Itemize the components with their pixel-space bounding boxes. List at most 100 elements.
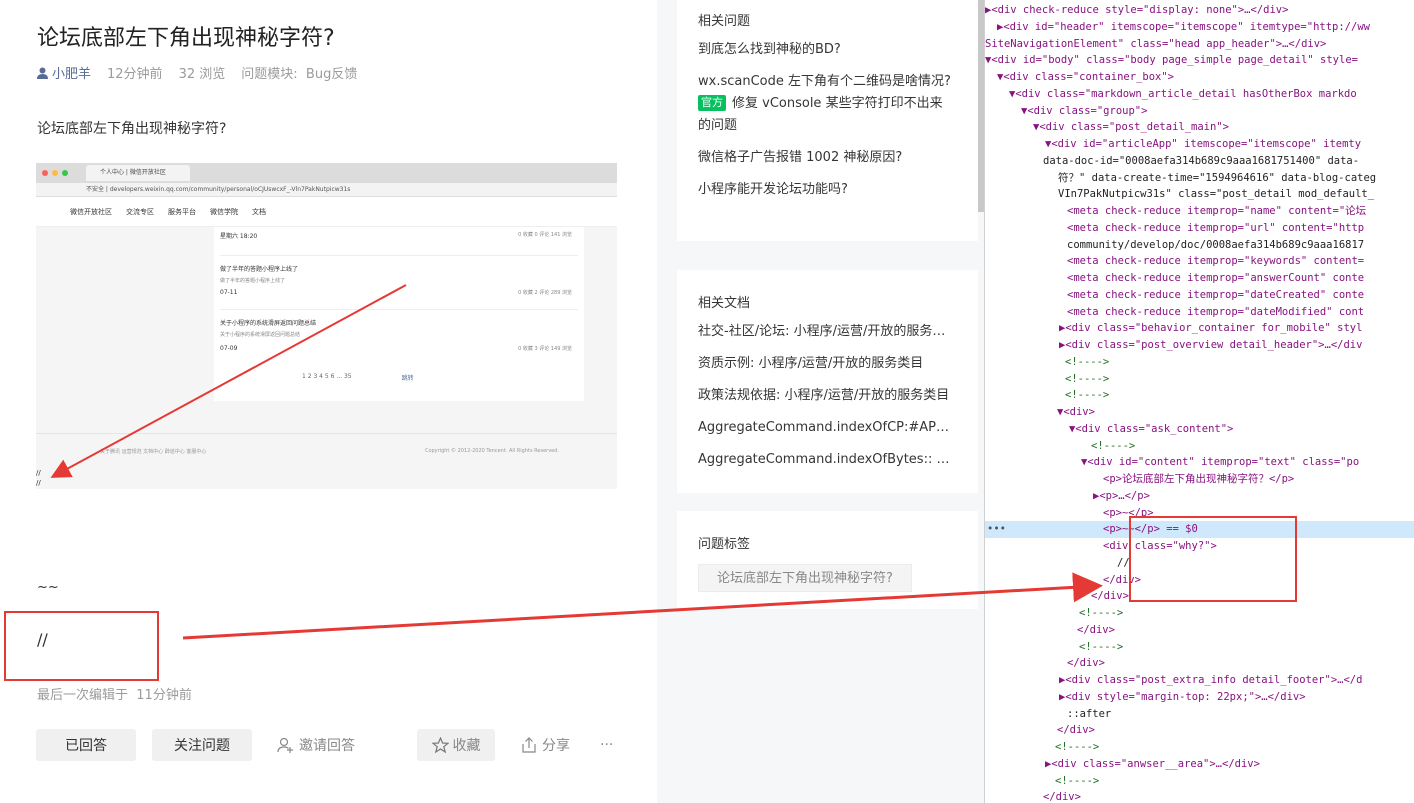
dom-node-line[interactable]: community/develop/doc/0008aefa314b689c9a… [985,237,1414,254]
dom-node-line[interactable]: <meta check-reduce itemprop="dateModifie… [985,304,1414,321]
dom-node-line[interactable]: <meta check-reduce itemprop="dateCreated… [985,287,1414,304]
browser-url: 不安全 | developers.weixin.qq.com/community… [36,183,617,197]
follow-button[interactable]: 关注问题 [152,729,252,761]
dom-node-line[interactable]: </div> [985,789,1414,803]
dom-node-line[interactable]: ▼<div class="markdown_article_detail has… [985,86,1414,103]
share-button[interactable]: 分享 [521,735,570,755]
dom-node-line[interactable]: <meta check-reduce itemprop="answerCount… [985,270,1414,287]
dom-node-line[interactable]: VIn7PakNutpicw31s" class="post_detail mo… [985,186,1414,203]
dom-node-text: ▼<div id="articleApp" itemscope="itemsco… [1045,138,1362,150]
dom-node-line[interactable]: ▶<div check-reduce style="display: none"… [985,2,1414,19]
dom-node-text: <!----> [1065,389,1110,402]
post-meta: 小肥羊 12分钟前 32 浏览 问题模块: Bug反馈 [37,63,357,82]
embedded-slash-2: // [36,479,41,487]
dom-node-text: ▶<div style="margin-top: 22px;">…</div> [1059,690,1306,703]
dom-node-text: <!----> [1055,774,1100,787]
dom-node-line[interactable]: <!----> [985,387,1414,404]
dom-node-line[interactable]: <!----> [985,371,1414,388]
browser-tabbar: 个人中心 | 微信开放社区 [36,163,617,183]
dom-node-line[interactable]: ▶<p>…</p> [985,488,1414,505]
related-doc-item[interactable]: AggregateCommand.indexOfBytes:: #API参考 [677,449,978,471]
dom-node-text: ▼<div id="body" class="body page_simple … [985,54,1358,67]
tilde-text: ~~ [37,580,59,595]
dom-node-text: ▶<div id="header" itemscope="itemscope" … [997,20,1370,33]
related-doc-item[interactable]: 社交-社区/论坛: 小程序/运营/开放的服务类目 [677,321,978,343]
star-icon [431,737,449,753]
dom-node-line[interactable]: <!----> [985,773,1414,790]
embedded-row: 关于小程序的系统滑屏返回问题总结 关于小程序的系统滑屏返回问题总结 [220,309,578,338]
dom-node-text: <meta check-reduce itemprop="name" conte… [1067,205,1367,217]
scrollbar[interactable] [977,0,984,212]
dom-node-line[interactable]: <meta check-reduce itemprop="url" conten… [985,220,1414,237]
dom-node-line[interactable]: </div> [985,622,1414,639]
related-doc-item[interactable]: 政策法规依据: 小程序/运营/开放的服务类目 [677,385,978,407]
dom-node-text: <!----> [1065,372,1110,385]
browser-tab: 个人中心 | 微信开放社区 [86,165,190,181]
dom-node-line[interactable]: ▼<div class="group"> [985,103,1414,120]
dom-node-text: ▼<div class="markdown_article_detail has… [1009,87,1357,100]
dom-node-text: ▼<div class="container_box"> [997,71,1175,83]
dom-node-line[interactable]: <meta check-reduce itemprop="keywords" c… [985,253,1414,270]
dom-node-line[interactable]: data-doc-id="0008aefa314b689c9aaa1681751… [985,153,1414,170]
dom-node-text: ▶<div class="post_extra_info detail_foot… [1059,674,1363,686]
embedded-slash: // [36,469,41,477]
dom-node-line[interactable]: ▼<div class="container_box"> [985,69,1414,86]
dom-node-text: ▼<div class="ask_content"> [1069,422,1234,435]
dom-node-line[interactable]: <!----> [985,438,1414,455]
dom-node-text: <!----> [1079,640,1124,653]
dom-node-line[interactable]: ▶<div class="post_overview detail_header… [985,337,1414,354]
dom-node-line[interactable]: SiteNavigationElement" class="head app_h… [985,36,1414,53]
dom-node-line[interactable]: ▶<div class="anwser__area">…</div> [985,756,1414,773]
author-link[interactable]: 小肥羊 [37,63,91,82]
dom-node-line[interactable]: ▼<div id="body" class="body page_simple … [985,52,1414,69]
dom-node-line[interactable]: 符？" data-create-time="1594964616" data-b… [985,170,1414,187]
invite-button[interactable]: 邀请回答 [277,735,355,755]
dom-node-line[interactable]: ▶<div class="behavior_container for_mobi… [985,320,1414,337]
dom-node-line[interactable]: </div> [985,655,1414,672]
related-doc-item[interactable]: AggregateCommand.indexOfCP:#API参考 [677,417,978,439]
dom-node-line[interactable]: ::after [985,706,1414,723]
dom-node-line[interactable]: <meta check-reduce itemprop="name" conte… [985,203,1414,220]
embedded-nav-item: 交流专区 [126,207,154,216]
dom-node-line[interactable]: <!----> [985,639,1414,656]
dom-node-line[interactable]: ▼<div id="content" itemprop="text" class… [985,454,1414,471]
module-name[interactable]: Bug反馈 [306,67,357,82]
dom-node-text: 符？" data-create-time="1594964616" data-b… [1058,171,1377,184]
dom-node-line[interactable]: <!----> [985,354,1414,371]
embedded-site-nav: 微信开放社区 交流专区 服务平台 微信学院 文档 [36,197,617,227]
module-info: 问题模块: Bug反馈 [241,63,357,82]
dom-node-line[interactable]: ▼<div id="articleApp" itemscope="itemsco… [985,136,1414,153]
related-question-item[interactable]: 小程序能开发论坛功能吗? [677,179,978,201]
dom-node-line[interactable]: </div> [985,722,1414,739]
dom-node-line[interactable]: ▶<div class="post_extra_info detail_foot… [985,672,1414,689]
dom-node-text: ▶<div class="anwser__area">…</div> [1045,757,1260,770]
dom-node-line[interactable]: ▼<div class="ask_content"> [985,421,1414,438]
dom-node-text: ▶<div class="post_overview detail_header… [1059,339,1363,351]
dom-node-text: </div> [1077,623,1115,636]
related-docs-title: 相关文档 [698,296,751,311]
related-question-item[interactable]: 官方 修复 vConsole 某些字符打印不出来的问题 [677,93,978,137]
answered-button[interactable]: 已回答 [36,729,136,761]
dom-node-line[interactable]: <p>论坛底部左下角出现神秘字符？</p> [985,471,1414,488]
invite-label: 邀请回答 [299,738,355,754]
dom-node-text: VIn7PakNutpicw31s" class="post_detail mo… [1058,188,1375,201]
dom-node-text: ▼<div id="content" itemprop="text" class… [1081,456,1360,469]
dom-node-line[interactable]: ▶<div id="header" itemscope="itemscope" … [985,19,1414,36]
related-question-item[interactable]: 到底怎么找到神秘的BD? [677,39,978,61]
dom-node-line[interactable]: ▶<div style="margin-top: 22px;">…</div> [985,689,1414,706]
dom-node-text: </div> [1043,791,1081,803]
dom-node-line[interactable]: <!----> [985,605,1414,622]
annotation-box-left [4,611,159,681]
collect-button[interactable]: 收藏 [417,729,495,761]
related-question-item[interactable]: 微信格子广告报错 1002 神秘原因? [677,147,978,169]
dom-node-line[interactable]: ▼<div class="post_detail_main"> [985,119,1414,136]
question-tag[interactable]: 论坛底部左下角出现神秘字符? [698,564,912,592]
related-doc-item[interactable]: 资质示例: 小程序/运营/开放的服务类目 [677,353,978,375]
module-label: 问题模块: [241,67,298,82]
dom-node-line[interactable]: ▼<div> [985,404,1414,421]
more-button[interactable]: ··· [600,737,613,753]
related-question-item[interactable]: wx.scanCode 左下角有个二维码是啥情况? [677,71,978,93]
related-questions-panel: 相关问题 到底怎么找到神秘的BD? wx.scanCode 左下角有个二维码是啥… [677,0,978,241]
dom-node-line[interactable]: <!----> [985,739,1414,756]
dom-node-text: <meta check-reduce itemprop="keywords" c… [1067,255,1365,268]
